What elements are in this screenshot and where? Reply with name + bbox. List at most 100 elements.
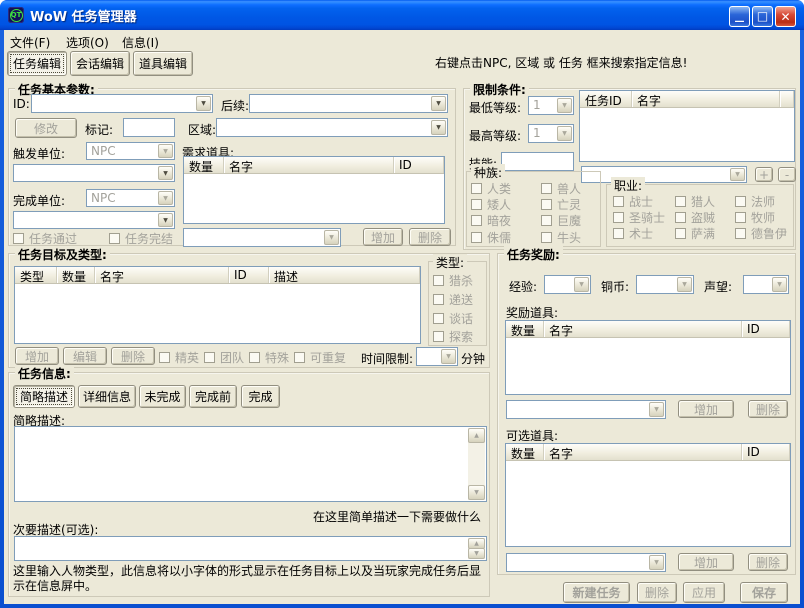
- tab-quest-edit[interactable]: 任务编辑: [7, 51, 67, 76]
- checkbox-icon[interactable]: [471, 199, 482, 210]
- checkbox-icon[interactable]: [433, 294, 444, 305]
- optional-item-combobox[interactable]: ▼: [506, 553, 666, 572]
- checkbox-icon[interactable]: [613, 228, 624, 239]
- race-human-checkbox[interactable]: 人类: [471, 180, 511, 197]
- optional-items-table[interactable]: 数量 名字 ID: [505, 443, 791, 547]
- checkbox-icon[interactable]: [675, 196, 686, 207]
- race-tauren-checkbox[interactable]: 牛头: [541, 229, 581, 246]
- checkbox-icon[interactable]: [109, 233, 120, 244]
- prereq-add-button[interactable]: +: [755, 167, 773, 182]
- prereq-quests-list[interactable]: [580, 108, 794, 161]
- checkbox-icon[interactable]: [13, 233, 24, 244]
- race-orc-checkbox[interactable]: 兽人: [541, 180, 581, 197]
- dropdown-icon[interactable]: ▼: [431, 96, 446, 111]
- next-quest-combobox[interactable]: ▼: [249, 94, 448, 113]
- class-rogue-checkbox[interactable]: 盗贼: [675, 209, 715, 226]
- objectives-table[interactable]: 类型 数量 名字 ID 描述: [14, 266, 421, 344]
- checkbox-icon[interactable]: [541, 215, 552, 226]
- dropdown-icon[interactable]: ▼: [158, 166, 173, 180]
- secondary-desc-textarea[interactable]: ▲ ▼: [14, 536, 487, 561]
- repeatable-checkbox[interactable]: 可重复: [294, 349, 346, 366]
- skill-input[interactable]: [501, 152, 574, 171]
- dropdown-icon[interactable]: ▼: [158, 144, 173, 158]
- reputation-combobox[interactable]: ▼: [743, 275, 789, 294]
- tab-complete[interactable]: 完成: [241, 385, 280, 408]
- class-hunter-checkbox[interactable]: 猎人: [675, 193, 715, 210]
- delete-quest-button[interactable]: 删除: [637, 582, 677, 603]
- maximize-button[interactable]: □: [752, 6, 773, 27]
- quest-finish-checkbox[interactable]: 任务完结: [109, 230, 173, 247]
- menu-file[interactable]: 文件(F): [6, 33, 54, 52]
- required-item-add-button[interactable]: 增加: [363, 228, 403, 246]
- menu-info[interactable]: 信息(I): [118, 33, 163, 52]
- dropdown-icon[interactable]: ▼: [557, 126, 572, 141]
- trigger-unit-type-combobox[interactable]: NPC ▼: [86, 142, 175, 160]
- checkbox-icon[interactable]: [675, 228, 686, 239]
- checkbox-icon[interactable]: [159, 352, 170, 363]
- reward-item-combobox[interactable]: ▼: [506, 400, 666, 419]
- title-bar[interactable]: QT WoW 任务管理器 — □ ✕: [0, 0, 804, 30]
- trigger-unit-combobox[interactable]: ▼: [13, 164, 175, 182]
- checkbox-icon[interactable]: [433, 331, 444, 342]
- class-mage-checkbox[interactable]: 法师: [735, 193, 775, 210]
- secondary-desc-scrollbar[interactable]: ▲ ▼: [468, 538, 485, 559]
- required-items-list[interactable]: [184, 174, 444, 223]
- elite-checkbox[interactable]: 精英: [159, 349, 199, 366]
- scroll-down-icon[interactable]: ▼: [468, 548, 485, 559]
- checkbox-icon[interactable]: [471, 215, 482, 226]
- required-items-header[interactable]: 数量 名字 ID: [184, 157, 444, 174]
- objective-add-button[interactable]: 增加: [15, 347, 59, 365]
- checkbox-icon[interactable]: [433, 313, 444, 324]
- tab-dialog-edit[interactable]: 会话编辑: [70, 51, 130, 76]
- prereq-remove-button[interactable]: -: [778, 167, 796, 182]
- checkbox-icon[interactable]: [433, 275, 444, 286]
- objectives-header[interactable]: 类型 数量 名字 ID 描述: [15, 267, 420, 284]
- apply-button[interactable]: 应用: [683, 582, 725, 603]
- race-gnome-checkbox[interactable]: 侏儒: [471, 229, 511, 246]
- class-warlock-checkbox[interactable]: 术士: [613, 225, 653, 242]
- dropdown-icon[interactable]: ▼: [324, 230, 339, 245]
- class-priest-checkbox[interactable]: 牧师: [735, 209, 775, 226]
- objectives-list[interactable]: [15, 284, 420, 343]
- dropdown-icon[interactable]: ▼: [196, 96, 211, 111]
- tab-before-complete[interactable]: 完成前: [189, 385, 237, 408]
- type-explore-checkbox[interactable]: 探索: [433, 328, 473, 345]
- required-items-table[interactable]: 数量 名字 ID: [183, 156, 445, 224]
- objective-delete-button[interactable]: 删除: [111, 347, 155, 365]
- prereq-quest-combobox[interactable]: ▼: [581, 166, 747, 183]
- race-troll-checkbox[interactable]: 巨魔: [541, 212, 581, 229]
- class-druid-checkbox[interactable]: 德鲁伊: [735, 225, 787, 242]
- dropdown-icon[interactable]: ▼: [574, 277, 589, 292]
- optional-items-list[interactable]: [506, 461, 790, 546]
- save-button[interactable]: 保存: [740, 582, 788, 603]
- type-deliver-checkbox[interactable]: 递送: [433, 291, 473, 308]
- race-nightelf-checkbox[interactable]: 暗夜: [471, 212, 511, 229]
- copper-combobox[interactable]: ▼: [636, 275, 694, 294]
- close-button[interactable]: ✕: [775, 6, 796, 27]
- race-undead-checkbox[interactable]: 亡灵: [541, 196, 581, 213]
- quest-pass-checkbox[interactable]: 任务通过: [13, 230, 77, 247]
- class-paladin-checkbox[interactable]: 圣骑士: [613, 209, 665, 226]
- optional-item-add-button[interactable]: 增加: [678, 553, 734, 571]
- dropdown-icon[interactable]: ▼: [158, 191, 173, 205]
- new-quest-button[interactable]: 新建任务: [563, 582, 630, 603]
- checkbox-icon[interactable]: [613, 196, 624, 207]
- area-combobox[interactable]: ▼: [216, 118, 448, 137]
- tab-item-edit[interactable]: 道具编辑: [133, 51, 193, 76]
- class-warrior-checkbox[interactable]: 战士: [613, 193, 653, 210]
- dropdown-icon[interactable]: ▼: [158, 213, 173, 227]
- class-shaman-checkbox[interactable]: 萨满: [675, 225, 715, 242]
- reward-items-table[interactable]: 数量 名字 ID: [505, 320, 791, 395]
- reward-items-list[interactable]: [506, 338, 790, 394]
- scroll-up-icon[interactable]: ▲: [468, 428, 485, 443]
- optional-items-header[interactable]: 数量 名字 ID: [506, 444, 790, 461]
- required-item-delete-button[interactable]: 删除: [409, 228, 451, 246]
- checkbox-icon[interactable]: [613, 212, 624, 223]
- dropdown-icon[interactable]: ▼: [557, 98, 572, 113]
- minimize-button[interactable]: —: [729, 6, 750, 27]
- mark-input[interactable]: [123, 118, 175, 137]
- dropdown-icon[interactable]: ▼: [730, 168, 745, 181]
- checkbox-icon[interactable]: [249, 352, 260, 363]
- tab-incomplete[interactable]: 未完成: [139, 385, 186, 408]
- modify-button[interactable]: 修改: [15, 118, 77, 138]
